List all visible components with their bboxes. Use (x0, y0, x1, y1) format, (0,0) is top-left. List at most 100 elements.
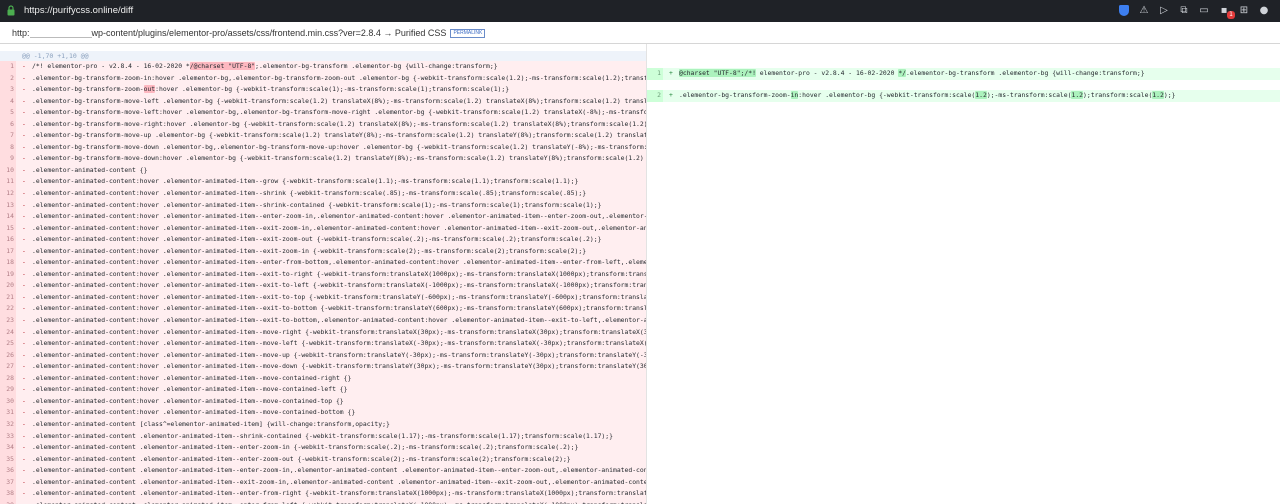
added-line: 1 + @charset "UTF-8";/*! elementor-pro - v… (647, 68, 1280, 80)
line-number: 12 (6, 189, 14, 198)
rewards-icon[interactable]: ⚠ (1138, 4, 1150, 16)
line-number: 13 (6, 200, 14, 209)
minus-marker: - (22, 212, 26, 221)
minus-marker: - (22, 454, 26, 463)
minus-marker: - (22, 500, 26, 504)
puzzle-icon[interactable]: ⊞ (1238, 4, 1250, 16)
line-code: @charset "UTF-8";/*! elementor-pro - v2.… (679, 69, 1145, 77)
minus-marker: - (22, 327, 26, 336)
line-code: .elementor-bg-transform-move-left:hover … (32, 108, 646, 117)
added-line: 2 + .elementor-bg-transform-zoom-in:hover … (647, 90, 1280, 102)
deleted-line: 39 - .elementor-animated-content .elemento… (0, 500, 646, 504)
profile-icon[interactable]: ● (1258, 4, 1270, 16)
line-number: 27 (6, 362, 14, 371)
line-number: 7 (10, 131, 14, 140)
line-number: 2 (10, 73, 14, 82)
added-pane: 1 + @charset "UTF-8";/*! elementor-pro - v… (647, 61, 1280, 504)
deleted-line: 20- .elementor-animated-content:hover .el… (0, 280, 646, 292)
minus-marker: - (22, 73, 26, 82)
deleted-line: 25- .elementor-animated-content:hover .el… (0, 338, 646, 350)
removed-text: out (143, 85, 156, 94)
added-text: in (790, 91, 799, 99)
deleted-line: 37- .elementor-animated-content .elemento… (0, 477, 646, 489)
deleted-line: 11- .elementor-animated-content:hover .el… (0, 176, 646, 188)
minus-marker: - (22, 408, 26, 417)
minus-marker: - (22, 165, 26, 174)
notification-icon[interactable]: ▪ 1 (1218, 4, 1235, 19)
notification-badge: 1 (1227, 11, 1235, 19)
line-code: .elementor-animated-content .elementor-a… (32, 500, 646, 504)
deleted-line: 2- .elementor-bg-transform-zoom-in:hover … (0, 73, 646, 85)
deleted-line: 31- .elementor-animated-content:hover .el… (0, 407, 646, 419)
added-text: 1.2 (975, 91, 987, 99)
line-code: .elementor-bg-transform-zoom-out:hover .… (32, 85, 510, 94)
deleted-line: 29- .elementor-animated-content:hover .el… (0, 384, 646, 396)
extension-icon[interactable]: ⧉ (1178, 4, 1190, 16)
line-code: .elementor-animated-content:hover .eleme… (32, 362, 646, 371)
line-number: 25 (6, 339, 14, 348)
diff-title: http: wp-content/plugins/elementor-pro/as… (12, 28, 486, 39)
line-number: 35 (6, 454, 14, 463)
minus-marker: - (22, 269, 26, 278)
line-code: .elementor-animated-content:hover .eleme… (32, 396, 344, 405)
deleted-line: 18- .elementor-animated-content:hover .el… (0, 257, 646, 269)
title-suffix: wp-content/plugins/elementor-pro/assets/… (91, 28, 447, 38)
added-text: @charset "UTF-8";/*! (679, 69, 756, 77)
line-code: .elementor-animated-content:hover .eleme… (32, 350, 646, 359)
minus-marker: - (22, 189, 26, 198)
deleted-line: 14- .elementor-animated-content:hover .el… (0, 211, 646, 223)
deleted-line: 4- .elementor-bg-transform-move-left .ele… (0, 96, 646, 108)
deleted-line: 30- .elementor-animated-content:hover .el… (0, 396, 646, 408)
minus-marker: - (22, 385, 26, 394)
line-code: .elementor-animated-content:hover .eleme… (32, 189, 587, 198)
deleted-line: 32- .elementor-animated-content [class^=e… (0, 419, 646, 431)
line-number: 24 (6, 327, 14, 336)
line-code: .elementor-animated-content:hover .eleme… (32, 212, 646, 221)
minus-marker: - (22, 223, 26, 232)
line-code: .elementor-animated-content .elementor-a… (32, 477, 646, 486)
deleted-line: 27- .elementor-animated-content:hover .el… (0, 361, 646, 373)
line-number: 34 (6, 443, 14, 452)
deleted-line: 24- .elementor-animated-content:hover .el… (0, 327, 646, 339)
minus-marker: - (22, 154, 26, 163)
line-number: 18 (6, 258, 14, 267)
deleted-line: 8- .elementor-bg-transform-move-down .ele… (0, 142, 646, 154)
send-icon[interactable]: ▷ (1158, 4, 1170, 16)
line-code: .elementor-animated-content:hover .eleme… (32, 200, 602, 209)
minus-marker: - (22, 466, 26, 475)
line-code: .elementor-animated-content .elementor-a… (32, 489, 646, 498)
right-pane-top (647, 44, 1280, 61)
deleted-line: 28- .elementor-animated-content:hover .el… (0, 373, 646, 385)
deleted-line: 26- .elementor-animated-content:hover .el… (0, 350, 646, 362)
deleted-line: 5- .elementor-bg-transform-move-left:hove… (0, 107, 646, 119)
plus-marker: + (669, 69, 673, 77)
wallet-icon[interactable]: ▭ (1198, 4, 1210, 16)
brave-shield-icon[interactable] (1118, 4, 1130, 16)
line-code: .elementor-animated-content:hover .eleme… (32, 258, 646, 267)
minus-marker: - (22, 131, 26, 140)
line-number: 36 (6, 466, 14, 475)
line-number: 23 (6, 316, 14, 325)
line-code: .elementor-animated-content:hover .eleme… (32, 385, 348, 394)
line-number: 1 (657, 69, 661, 77)
minus-marker: - (22, 443, 26, 452)
line-number: 2 (657, 91, 661, 99)
line-number: 9 (10, 154, 14, 163)
browser-actions: ⚠ ▷ ⧉ ▭ ▪ 1 ⊞ ● (1118, 4, 1270, 19)
line-number: 31 (6, 408, 14, 417)
line-code: .elementor-bg-transform-move-up .element… (32, 131, 646, 140)
deleted-lines: 1-/*! elementor-pro - v2.8.4 - 16-02-202… (0, 61, 646, 504)
line-number: 38 (6, 489, 14, 498)
line-number: 30 (6, 396, 14, 405)
added-text: */ (898, 69, 907, 77)
minus-marker: - (22, 431, 26, 440)
minus-marker: - (22, 142, 26, 151)
minus-marker: - (22, 119, 26, 128)
deleted-line: 23- .elementor-animated-content:hover .el… (0, 315, 646, 327)
line-number: 5 (10, 108, 14, 117)
permalink-badge[interactable]: PERMALINK (450, 29, 486, 39)
line-number: 8 (10, 142, 14, 151)
minus-marker: - (22, 489, 26, 498)
line-number: 33 (6, 431, 14, 440)
address-bar[interactable]: https://purifycss.online/diff (24, 5, 133, 16)
